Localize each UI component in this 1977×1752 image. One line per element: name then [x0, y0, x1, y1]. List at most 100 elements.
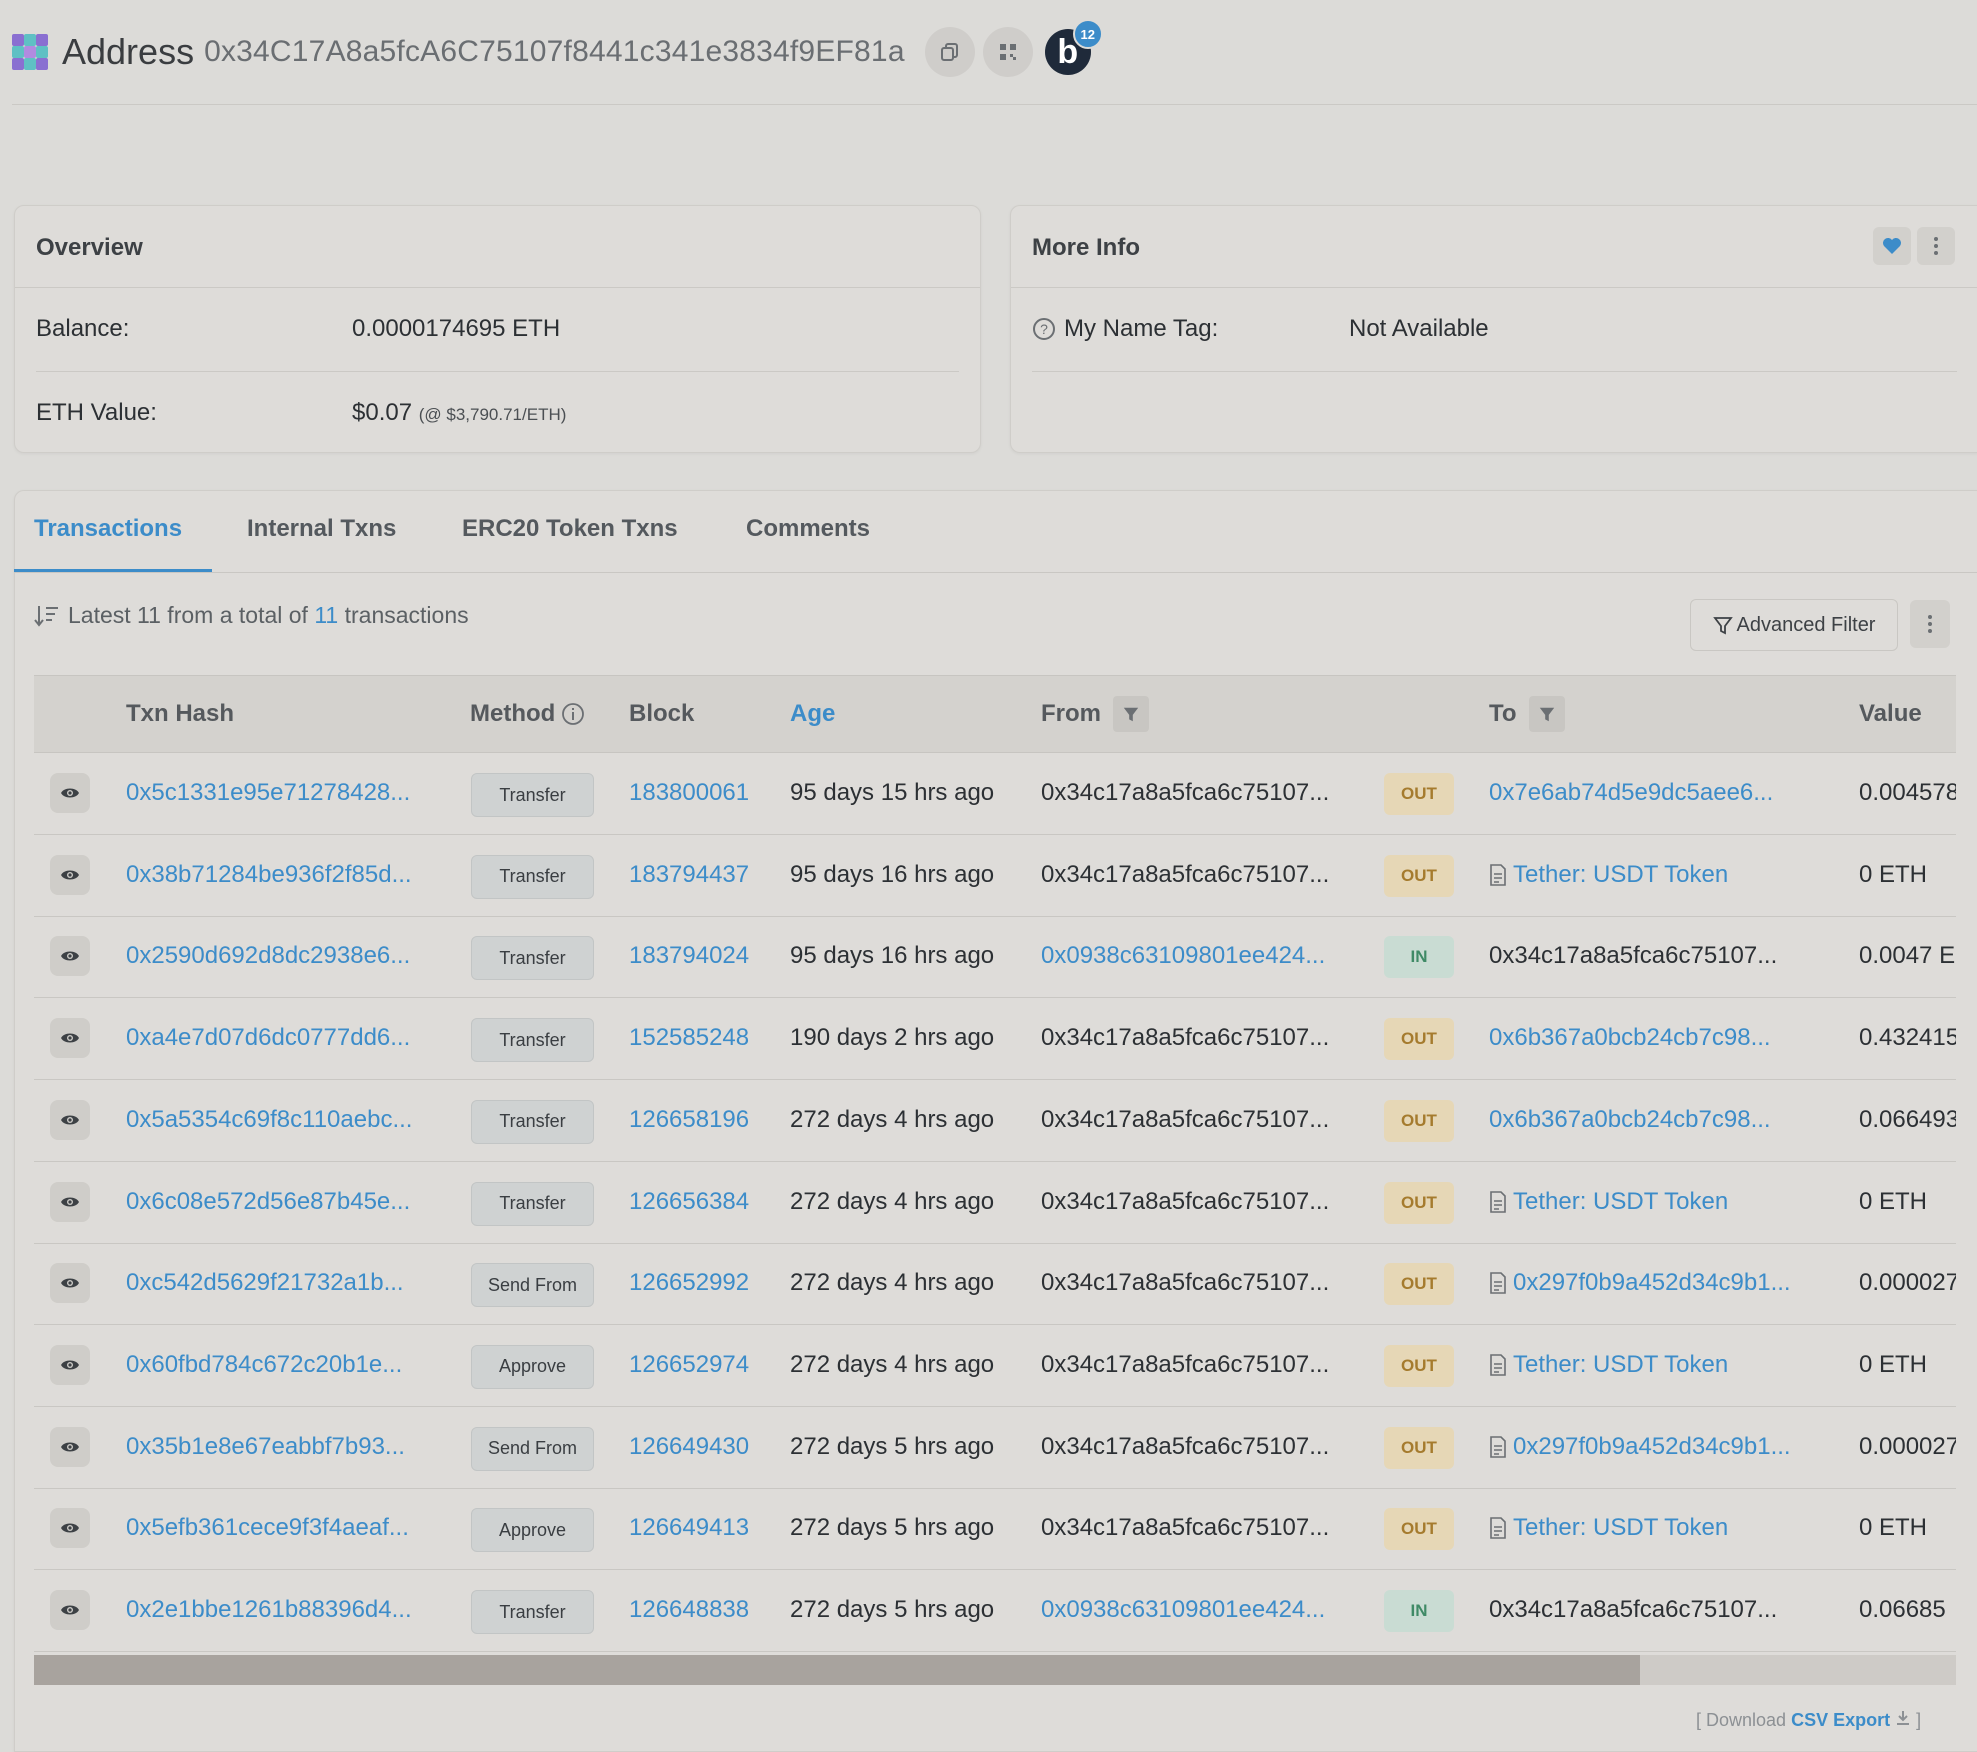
to-address[interactable]: 0x7e6ab74d5e9dc5aee6... — [1489, 779, 1773, 807]
svg-text:?: ? — [1040, 321, 1048, 337]
qr-code-button[interactable] — [982, 27, 1033, 77]
txn-hash-link[interactable]: 0x60fbd784c672c20b1e... — [126, 1324, 446, 1406]
from-address: 0x34c17a8a5fca6c75107... — [1041, 1105, 1330, 1133]
eye-icon — [61, 1605, 79, 1615]
blockscan-chat-button[interactable]: b 12 — [1044, 19, 1103, 75]
block-link[interactable]: 152585248 — [629, 997, 779, 1079]
to-address[interactable]: 0x6b367a0bcb24cb7c98... — [1489, 1024, 1771, 1052]
block-link[interactable]: 183794024 — [629, 915, 779, 997]
txn-hash-link[interactable]: 0x5c1331e95e71278428... — [126, 752, 446, 834]
view-details-button[interactable] — [50, 773, 90, 813]
from-address: 0x34c17a8a5fca6c75107... — [1041, 1187, 1330, 1215]
summary-count-link[interactable]: 11 — [314, 602, 338, 629]
to-cell: Tether: USDT Token — [1489, 1487, 1849, 1569]
to-cell: 0x34c17a8a5fca6c75107... — [1489, 915, 1849, 997]
table-options-button[interactable] — [1910, 600, 1950, 648]
block-link[interactable]: 126652992 — [629, 1242, 779, 1324]
col-age[interactable]: Age — [790, 676, 835, 752]
info-icon[interactable] — [561, 702, 585, 726]
method-badge: Send From — [471, 1263, 594, 1308]
txn-hash-link[interactable]: 0x5efb361cece9f3f4aeaf... — [126, 1487, 446, 1569]
block-link[interactable]: 126658196 — [629, 1079, 779, 1161]
to-address[interactable]: Tether: USDT Token — [1513, 1351, 1728, 1379]
col-txn-hash: Txn Hash — [126, 700, 235, 727]
block-link[interactable]: 183800061 — [629, 752, 779, 834]
txn-hash-link[interactable]: 0xc542d5629f21732a1b... — [126, 1242, 446, 1324]
block-link[interactable]: 126656384 — [629, 1161, 779, 1243]
table-header: Txn Hash Method Block Age From To Value — [34, 675, 1956, 753]
method-badge: Transfer — [471, 1181, 594, 1226]
contract-doc-icon — [1490, 863, 1506, 886]
direction-badge: OUT — [1384, 1508, 1454, 1551]
view-details-button[interactable] — [50, 1344, 90, 1385]
copy-icon — [940, 43, 958, 61]
txn-age: 272 days 5 hrs ago — [790, 1596, 995, 1623]
view-details-button[interactable] — [50, 1590, 90, 1630]
txn-hash-link[interactable]: 0x6c08e572d56e87b45e... — [126, 1161, 446, 1243]
to-address[interactable]: Tether: USDT Token — [1513, 861, 1728, 889]
from-address: 0x34c17a8a5fca6c75107... — [1041, 1269, 1330, 1297]
block-link[interactable]: 183794437 — [629, 834, 779, 916]
txn-hash-link[interactable]: 0x5a5354c69f8c110aebc... — [126, 1079, 446, 1161]
method-badge: Approve — [471, 1508, 594, 1553]
eye-icon — [61, 788, 79, 798]
to-address[interactable]: 0x6b367a0bcb24cb7c98... — [1489, 1106, 1771, 1134]
view-details-button[interactable] — [50, 1099, 90, 1140]
contract-icon — [1489, 1272, 1507, 1294]
direction-badge: OUT — [1384, 854, 1454, 897]
block-link[interactable]: 126648838 — [629, 1569, 779, 1651]
txn-hash-link[interactable]: 0x38b71284be936f2f85d... — [126, 834, 446, 916]
to-address[interactable]: Tether: USDT Token — [1513, 1188, 1728, 1216]
eye-icon — [61, 1278, 79, 1288]
eye-icon — [61, 1115, 79, 1125]
txn-age: 190 days 2 hrs ago — [790, 1024, 995, 1052]
copy-address-button[interactable] — [924, 27, 975, 77]
scrollbar-thumb[interactable] — [34, 1655, 1640, 1685]
tab-internal-txns[interactable]: Internal Txns — [247, 515, 396, 543]
more-info-menu-button[interactable] — [1917, 227, 1955, 265]
contract-doc-icon — [1490, 1190, 1506, 1213]
block-link[interactable]: 126649413 — [629, 1487, 779, 1569]
view-details-button[interactable] — [50, 1426, 90, 1467]
method-badge: Transfer — [471, 936, 594, 981]
txn-age: 95 days 16 hrs ago — [790, 860, 995, 888]
question-icon[interactable]: ? — [1032, 317, 1056, 341]
view-details-button[interactable] — [50, 1508, 90, 1549]
view-details-button[interactable] — [50, 936, 90, 977]
view-details-button[interactable] — [50, 854, 90, 895]
advanced-filter-button[interactable]: Advanced Filter — [1690, 599, 1898, 651]
to-filter-button[interactable] — [1528, 696, 1565, 732]
view-details-button[interactable] — [50, 1181, 90, 1222]
to-address[interactable]: 0x297f0b9a452d34c9b1... — [1513, 1269, 1791, 1297]
direction-badge: OUT — [1384, 1018, 1454, 1061]
tab-erc20-token-txns[interactable]: ERC20 Token Txns — [462, 515, 678, 543]
overview-card: Overview Balance: 0.0000174695 ETH ETH V… — [14, 205, 981, 453]
to-address[interactable]: 0x297f0b9a452d34c9b1... — [1513, 1433, 1791, 1461]
download-icon[interactable] — [1895, 1710, 1911, 1726]
page-address: 0x34C17A8a5fcA6C75107f8441c341e3834f9EF8… — [204, 35, 905, 68]
eye-icon — [61, 951, 79, 961]
block-link[interactable]: 126652974 — [629, 1324, 779, 1406]
txn-hash-link[interactable]: 0x35b1e8e67eabbf7b93... — [126, 1406, 446, 1488]
txn-hash-link[interactable]: 0x2590d692d8dc2938e6... — [126, 915, 446, 997]
col-to: To — [1489, 676, 1565, 752]
view-details-button[interactable] — [50, 1018, 90, 1059]
tab-comments[interactable]: Comments — [746, 515, 870, 543]
from-address[interactable]: 0x0938c63109801ee424... — [1041, 1569, 1371, 1651]
to-cell: 0x6b367a0bcb24cb7c98... — [1489, 997, 1849, 1079]
tab-transactions[interactable]: Transactions — [34, 515, 182, 543]
txn-age: 95 days 16 hrs ago — [790, 942, 995, 970]
col-method: Method — [470, 676, 585, 752]
method-badge: Transfer — [471, 1590, 594, 1634]
from-filter-button[interactable] — [1113, 696, 1149, 732]
txn-hash-link[interactable]: 0xa4e7d07d6dc0777dd6... — [126, 997, 446, 1079]
txn-hash-link[interactable]: 0x2e1bbe1261b88396d4... — [126, 1569, 446, 1651]
csv-export-link[interactable]: CSV Export — [1791, 1710, 1890, 1730]
favorite-button[interactable] — [1873, 227, 1911, 265]
direction-badge: OUT — [1384, 773, 1454, 815]
to-address[interactable]: Tether: USDT Token — [1513, 1514, 1728, 1542]
header-divider — [12, 104, 1977, 105]
from-address[interactable]: 0x0938c63109801ee424... — [1041, 915, 1371, 997]
view-details-button[interactable] — [50, 1263, 90, 1304]
block-link[interactable]: 126649430 — [629, 1406, 779, 1488]
